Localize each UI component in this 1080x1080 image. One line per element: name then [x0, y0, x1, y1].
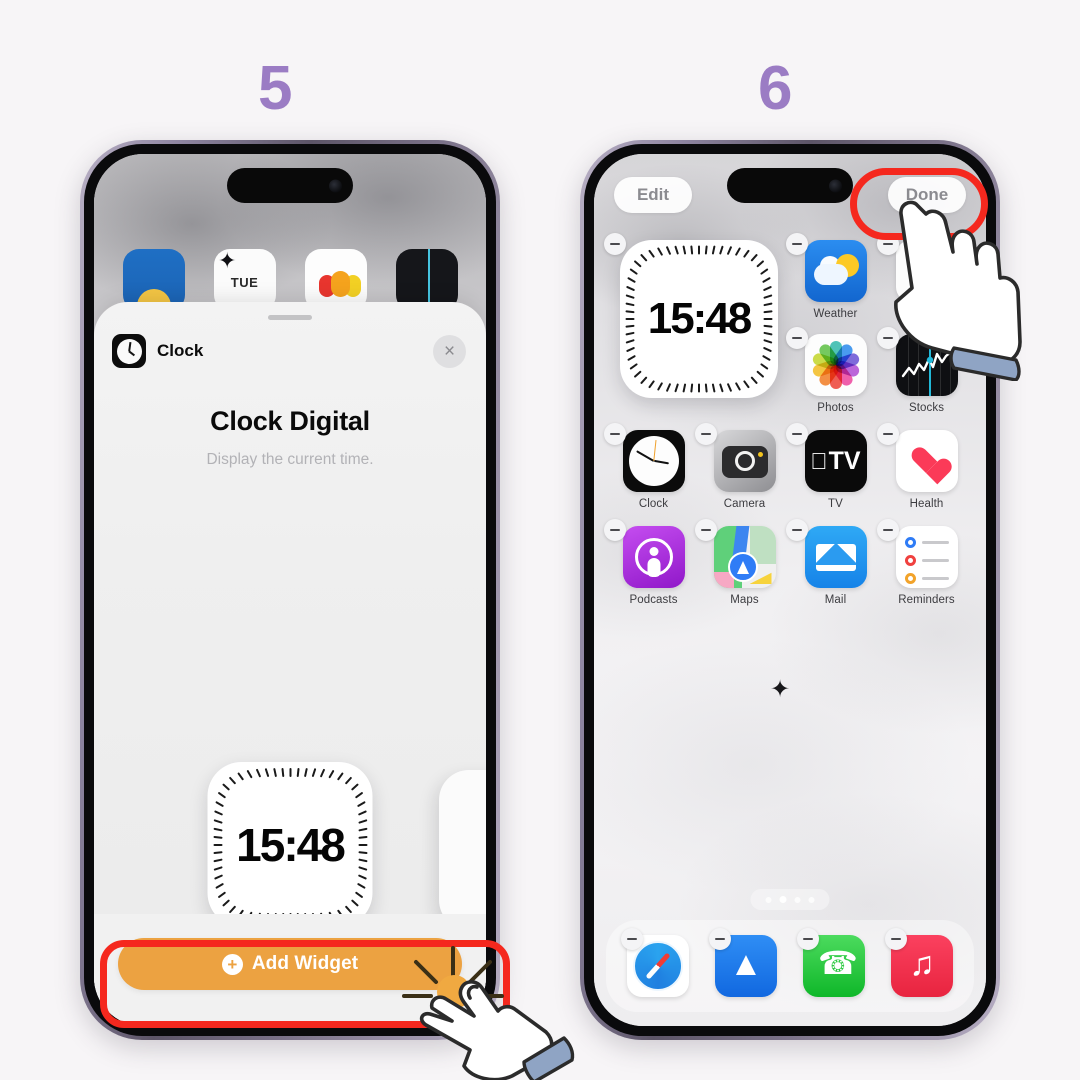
home-widget-time: 15:48	[647, 294, 753, 343]
remove-app-icon[interactable]	[695, 519, 717, 541]
app-label: TV	[828, 498, 843, 510]
photos-icon[interactable]	[804, 334, 867, 396]
clock-digital-widget-preview[interactable]: 15:48	[207, 762, 373, 927]
sparkle-icon: ✦	[770, 676, 791, 703]
app-cell-reminders[interactable]: Reminders	[877, 519, 970, 606]
remove-app-icon[interactable]	[786, 423, 808, 445]
dock-cell-appstore[interactable]: ▲	[709, 928, 777, 997]
dock-cell-safari[interactable]	[621, 928, 689, 997]
tv-icon[interactable]: TV	[804, 430, 867, 492]
reminders-icon[interactable]	[895, 526, 958, 588]
page-indicator-dots[interactable]	[750, 889, 830, 910]
clock-digital-widget[interactable]: 15:48	[620, 240, 778, 398]
app-label: Clock	[638, 498, 669, 510]
weather-icon[interactable]	[804, 240, 867, 302]
remove-app-icon[interactable]	[877, 423, 899, 445]
mail-icon[interactable]	[804, 526, 867, 588]
apple-logo-icon: 	[810, 449, 827, 473]
maps-icon[interactable]	[713, 526, 776, 588]
app-cell-camera[interactable]: Camera	[695, 423, 788, 510]
add-widget-label: Add Widget	[251, 953, 359, 974]
remove-app-icon[interactable]	[604, 519, 626, 541]
phone-screen-left: TUE ✦ Clock × Clock Digital Display the …	[94, 154, 486, 1026]
podcasts-icon[interactable]	[622, 526, 685, 588]
phone-bezel: TUE ✦ Clock × Clock Digital Display the …	[84, 144, 496, 1036]
app-cell-photos[interactable]: Photos	[786, 327, 879, 414]
front-camera-icon	[329, 179, 342, 192]
edit-button[interactable]: Edit	[614, 177, 692, 213]
app-label: Photos	[817, 402, 854, 414]
sheet-header: Clock ×	[94, 320, 486, 368]
remove-app-icon[interactable]	[604, 423, 626, 445]
hand-cursor-icon	[894, 200, 1022, 381]
phone-left-step5: TUE ✦ Clock × Clock Digital Display the …	[80, 140, 500, 1040]
sheet-app-name: Clock	[157, 341, 204, 360]
remove-app-icon[interactable]	[786, 327, 808, 349]
step-number-5: 5	[258, 54, 292, 123]
remove-app-icon[interactable]	[709, 928, 731, 950]
remove-app-icon[interactable]	[786, 519, 808, 541]
app-cell-maps[interactable]: Maps	[695, 519, 788, 606]
app-cell-clock[interactable]: Clock	[604, 423, 697, 510]
app-cell-mail[interactable]: Mail	[786, 519, 879, 606]
widget-detail-sheet: Clock × Clock Digital Display the curren…	[94, 302, 486, 1026]
page-dot[interactable]	[794, 896, 801, 903]
clock-icon[interactable]	[622, 430, 685, 492]
sparkle-icon: ✦	[218, 248, 237, 273]
remove-widget-icon[interactable]	[604, 233, 626, 255]
remove-app-icon[interactable]	[695, 423, 717, 445]
app-cell-podcasts[interactable]: Podcasts	[604, 519, 697, 606]
dock: ▲ ♫	[606, 920, 974, 1012]
app-cell-health[interactable]: Health	[877, 423, 970, 510]
dock-cell-music[interactable]: ♫	[885, 928, 953, 997]
app-label: Reminders	[898, 594, 955, 606]
app-label: Camera	[723, 498, 766, 510]
remove-app-icon[interactable]	[877, 519, 899, 541]
remove-app-icon[interactable]	[621, 928, 643, 950]
app-label: Mail	[824, 594, 847, 606]
remove-app-icon[interactable]	[797, 928, 819, 950]
app-label: Maps	[730, 594, 759, 606]
widget-subtitle: Display the current time.	[206, 451, 374, 468]
camera-icon[interactable]	[713, 430, 776, 492]
hand-cursor-icon	[419, 980, 575, 1080]
remove-app-icon[interactable]	[885, 928, 907, 950]
plus-icon: +	[221, 953, 243, 975]
page-dot[interactable]	[765, 896, 772, 903]
tutorial-page: 5 6 TUE ✦ Clock × Clock Digital Display …	[0, 0, 1080, 1080]
app-label: Health	[909, 498, 944, 510]
page-dot-active[interactable]	[779, 896, 787, 903]
page-dot[interactable]	[808, 896, 815, 903]
widget-title: Clock Digital	[210, 406, 370, 436]
grid-row-2: Clock Camera TV TV Health	[604, 423, 970, 510]
next-widget-peek[interactable]	[439, 770, 486, 930]
tv-text: TV	[820, 446, 861, 475]
dock-cell-phone[interactable]	[797, 928, 865, 997]
app-label: Stocks	[908, 402, 945, 414]
step-number-6: 6	[758, 54, 792, 123]
clock-app-icon	[112, 334, 146, 368]
app-label: Podcasts	[629, 594, 678, 606]
close-icon[interactable]: ×	[433, 334, 466, 368]
remove-app-icon[interactable]	[786, 233, 808, 255]
app-cell-weather[interactable]: Weather	[786, 233, 879, 320]
health-icon[interactable]	[895, 430, 958, 492]
app-cell-tv[interactable]: TV TV	[786, 423, 879, 510]
grid-row-3: Podcasts Maps Mail Reminders	[604, 519, 970, 606]
dynamic-island	[227, 168, 353, 203]
home-clock-widget-cell[interactable]: 15:48 Clock	[604, 233, 788, 414]
background-app-row: TUE	[94, 249, 486, 311]
app-label: Weather	[813, 308, 858, 320]
widget-preview-time: 15:48	[236, 818, 346, 871]
